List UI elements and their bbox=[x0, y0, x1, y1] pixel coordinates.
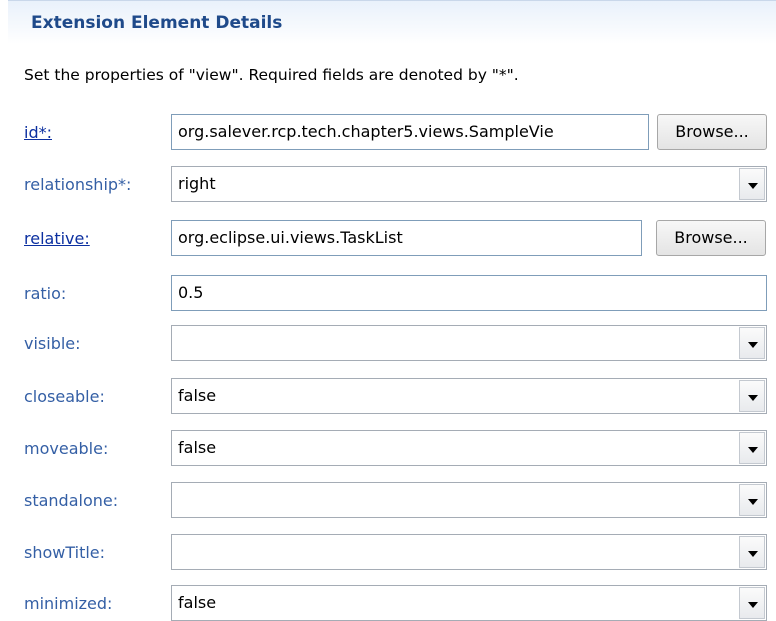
visible-dropdown-button[interactable] bbox=[739, 327, 765, 359]
standalone-dropdown-button[interactable] bbox=[739, 484, 765, 516]
chevron-down-icon bbox=[748, 342, 758, 348]
visible-combo[interactable] bbox=[171, 325, 767, 361]
section-description: Set the properties of "view". Required f… bbox=[24, 66, 519, 84]
chevron-down-icon bbox=[748, 602, 758, 608]
relationship-value: right bbox=[178, 174, 216, 193]
relationship-dropdown-button[interactable] bbox=[739, 168, 765, 200]
closeable-dropdown-button[interactable] bbox=[739, 380, 765, 412]
id-label-link[interactable]: id*: bbox=[24, 123, 52, 142]
section-title: Extension Element Details bbox=[31, 13, 283, 33]
minimized-combo[interactable]: false bbox=[171, 585, 767, 621]
ratio-field[interactable]: 0.5 bbox=[171, 275, 767, 311]
chevron-down-icon bbox=[748, 499, 758, 505]
relationship-combo[interactable]: right bbox=[171, 166, 767, 202]
standalone-combo[interactable] bbox=[171, 482, 767, 518]
moveable-value: false bbox=[178, 438, 217, 457]
standalone-label: standalone: bbox=[24, 491, 119, 510]
id-browse-button[interactable]: Browse... bbox=[657, 114, 767, 150]
id-field[interactable]: org.salever.rcp.tech.chapter5.views.Samp… bbox=[171, 114, 649, 150]
showtitle-label: showTitle: bbox=[24, 543, 106, 562]
minimized-label: minimized: bbox=[24, 594, 113, 613]
closeable-value: false bbox=[178, 386, 217, 405]
moveable-combo[interactable]: false bbox=[171, 430, 767, 466]
showtitle-combo[interactable] bbox=[171, 534, 767, 570]
chevron-down-icon bbox=[748, 395, 758, 401]
relative-field[interactable]: org.eclipse.ui.views.TaskList bbox=[171, 220, 642, 256]
moveable-dropdown-button[interactable] bbox=[739, 432, 765, 464]
visible-label: visible: bbox=[24, 334, 81, 353]
closeable-label: closeable: bbox=[24, 387, 105, 406]
closeable-combo[interactable]: false bbox=[171, 378, 767, 414]
relative-browse-button[interactable]: Browse... bbox=[656, 220, 766, 256]
showtitle-dropdown-button[interactable] bbox=[739, 536, 765, 568]
ratio-label: ratio: bbox=[24, 284, 67, 303]
relative-label-link[interactable]: relative: bbox=[24, 229, 90, 248]
moveable-label: moveable: bbox=[24, 439, 109, 458]
minimized-value: false bbox=[178, 593, 217, 612]
chevron-down-icon bbox=[748, 447, 758, 453]
chevron-down-icon bbox=[748, 183, 758, 189]
section-header[interactable]: Extension Element Details bbox=[8, 0, 776, 44]
relationship-label: relationship*: bbox=[24, 175, 132, 194]
minimized-dropdown-button[interactable] bbox=[739, 587, 765, 619]
chevron-down-icon bbox=[748, 551, 758, 557]
